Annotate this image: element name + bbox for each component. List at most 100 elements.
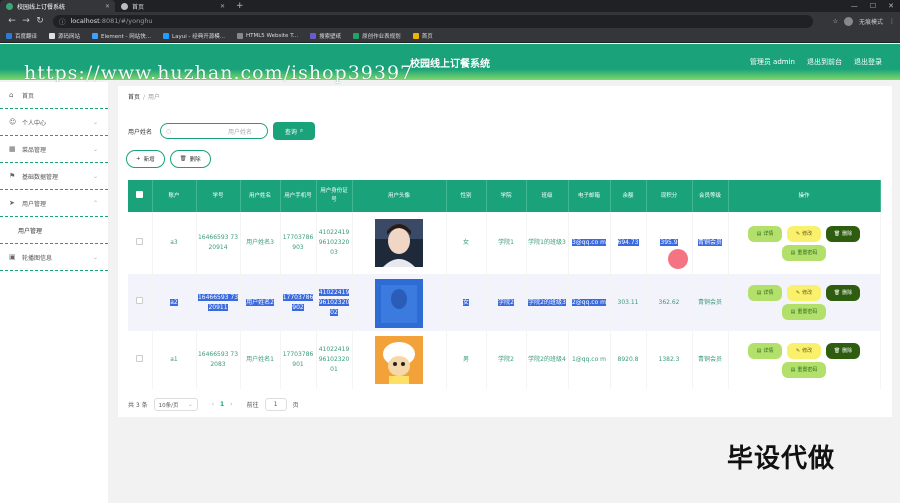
detail-button[interactable]: ▤ 详情 [748,225,782,242]
avatar-photo[interactable] [375,336,423,384]
next-page-button[interactable]: › [230,401,232,408]
table-header-row: 账户 学号 用户姓名 用户手机号 用户身份证号 用户头像 性别 学院 班级 电子… [128,180,881,212]
sidebar-item-carousel[interactable]: ▣ 轮播图信息 ⌄ [0,244,108,271]
sidebar-item-label: 个人中心 [22,119,47,127]
prev-page-button[interactable]: ‹ [212,401,214,408]
cell-idcard: 41022419 96102320 02 [316,274,353,331]
cell-gender: 男 [446,331,487,389]
detail-button[interactable]: ▤ 详情 [748,285,782,301]
row-checkbox[interactable] [128,212,153,274]
select-all-checkbox[interactable] [128,180,153,212]
row-checkbox[interactable] [128,274,153,331]
reset-password-button[interactable]: ▤ 重置密码 [782,244,826,261]
sidebar-item-label: 用户管理 [22,200,47,208]
edit-button[interactable]: ✎ 修改 [787,285,821,301]
reset-password-button[interactable]: ▤ 重置密码 [782,304,826,320]
column-header[interactable]: 现积分 [646,180,693,212]
column-header[interactable]: 学院 [486,180,527,212]
menu-icon[interactable]: ⋮ [889,18,895,25]
close-window-icon[interactable]: ✕ [888,2,894,10]
back-icon[interactable]: ← [5,16,19,26]
bookmark[interactable]: 源码网站 [49,32,80,40]
sidebar-subitem-users[interactable]: 用户管理 [0,217,108,244]
breadcrumb-home[interactable]: 首页 [128,94,140,101]
delete-button[interactable]: 🗑 删除 [826,285,860,301]
bookmark-icon [92,33,99,39]
sidebar-item-basic-data[interactable]: ⚑ 基础数据管理 ⌄ [0,163,108,190]
browser-tab-active[interactable]: 校园线上订餐系统 ✕ [0,0,115,12]
new-tab-button[interactable]: + [236,1,244,11]
column-header[interactable]: 电子邮箱 [568,180,611,212]
column-header[interactable]: 用户手机号 [280,180,317,212]
add-button[interactable]: + 新增 [126,150,165,168]
bookmark-label: 原创作业表规划 [362,34,401,40]
cell-ops: ▤ 详情 ✎ 修改 🗑 删除 ▤ 重置密码 [728,274,881,331]
goto-page-input[interactable]: 1 [264,398,287,411]
pencil-icon: ✎ [795,347,801,354]
minimize-icon[interactable]: — [851,2,858,10]
query-button[interactable]: 查询 ⌕ [273,122,316,140]
close-tab-icon[interactable]: ✕ [105,3,110,10]
cell-email: 1@qq.co m [568,331,611,389]
bookmark[interactable]: 原创作业表规划 [353,32,401,40]
avatar-photo[interactable] [375,278,423,328]
column-header[interactable]: 用户身份证号 [316,180,353,212]
url-input[interactable]: ⓘ localhost:8081/#/yonghu [53,14,813,28]
column-header[interactable]: 性别 [446,180,487,212]
edit-button[interactable]: ✎ 修改 [787,342,821,359]
sidebar-item-label: 首页 [22,92,35,100]
maximize-icon[interactable]: ☐ [870,2,876,10]
selected-text: 694.73 [617,239,639,246]
forward-icon[interactable]: → [19,16,33,26]
column-header[interactable]: 用户头像 [352,180,447,212]
delete-button[interactable]: 🗑 删除 [826,342,860,359]
avatar-photo[interactable] [375,219,423,267]
sidebar-item-users[interactable]: ➤ 用户管理 ⌃ [0,190,108,217]
sidebar-item-dishes[interactable]: ▦ 菜品管理 ⌄ [0,136,108,163]
cell-email: 3@qq.co m [568,212,611,274]
column-header[interactable]: 会员等级 [692,180,729,212]
reset-password-button[interactable]: ▤ 重置密码 [782,361,826,378]
column-header[interactable]: 用户姓名 [240,180,281,212]
url-path: :8081/#/yonghu [99,17,153,25]
detail-button[interactable]: ▤ 详情 [748,342,782,359]
goto-label: 前往 [246,402,259,409]
column-header[interactable]: 账户 [152,180,197,212]
bookmark-label: 首页 [421,34,433,40]
star-icon[interactable]: ☆ [833,18,838,25]
column-header[interactable]: 余额 [610,180,647,212]
delete-button-label: 删除 [189,157,201,163]
cell-student-no: 16466593 732083 [196,331,241,389]
cell-balance: 8920.8 [610,331,647,389]
url-watermark: https://www.huzhan.com/ishop39397 [24,62,414,84]
bookmark[interactable]: Layui - 经典开源模... [163,32,225,40]
bookmark[interactable]: Element - 网站快... [92,32,151,40]
delete-button[interactable]: 🗑 删除 [826,225,860,242]
row-checkbox[interactable] [128,331,153,389]
cell-phone: 17703786 901 [280,331,317,389]
total-count: 共 3 条 [128,402,148,409]
page-size-select[interactable]: 10条/页 ⌄ [153,398,198,411]
bookmark[interactable]: 首页 [412,32,433,40]
bookmark[interactable]: 百度翻译 [6,32,37,40]
selected-text: 395.9 [660,239,678,246]
back-to-frontend-link[interactable]: 退出到前台 [807,57,842,67]
edit-button[interactable]: ✎ 修改 [787,225,821,242]
reload-icon[interactable]: ↻ [33,16,47,26]
browser-tab[interactable]: 首页 ✕ [115,0,230,12]
page-number-current[interactable]: 1 [220,401,224,408]
bookmark-label: Layui - 经典开源模... [172,34,225,40]
column-header[interactable]: 学号 [196,180,241,212]
search-input[interactable]: ○ 用户姓名 [160,123,269,139]
column-header[interactable]: 班级 [526,180,569,212]
user-icon: ☺ [9,118,17,126]
sidebar-item-profile[interactable]: ☺ 个人中心 ⌄ [0,109,108,136]
sidebar-item-home[interactable]: ⌂ 首页 [0,82,108,109]
admin-user-link[interactable]: 管理员 admin [750,57,795,67]
bookmark[interactable]: 搜索壁纸 [310,32,341,40]
incognito-avatar-icon[interactable] [843,16,853,26]
batch-delete-button[interactable]: 🗑 删除 [169,150,211,168]
logout-link[interactable]: 退出登录 [854,57,882,67]
bookmark[interactable]: HTML5 Website T... [236,33,298,39]
close-tab-icon[interactable]: ✕ [220,3,225,10]
